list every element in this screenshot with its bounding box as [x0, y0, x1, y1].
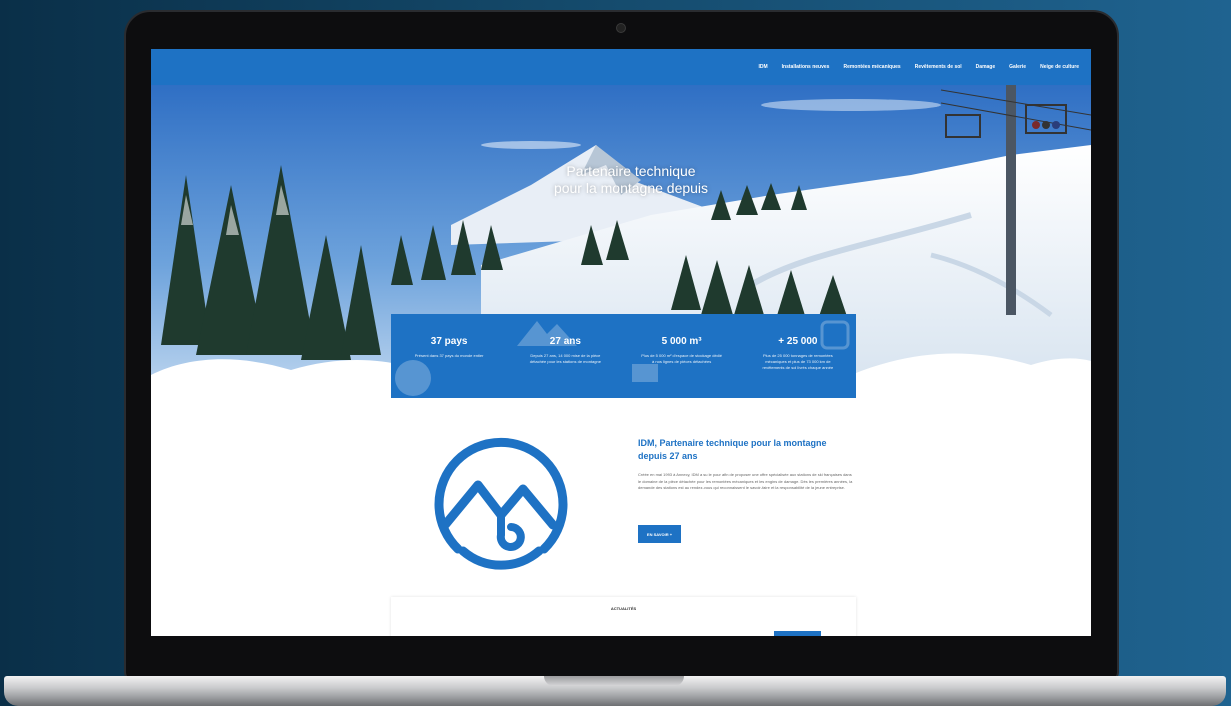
camera-icon: [616, 23, 626, 33]
learn-more-button[interactable]: EN SAVOIR +: [638, 525, 681, 543]
nav-item-idm[interactable]: IDM: [758, 64, 767, 70]
stat-years: 27 ans Depuis 27 ans, 14 000 mise de la …: [507, 314, 623, 398]
website-screen: IDM Installations neuves Remontées mécan…: [151, 49, 1091, 636]
stat-description: Plus de 5 000 m² d'espace de stockage dé…: [641, 353, 723, 364]
top-navbar: IDM Installations neuves Remontées mécan…: [151, 49, 1091, 85]
stat-tonnage: + 25 000 Plus de 25 000 tonnages de remo…: [740, 314, 856, 398]
hero-title-line1: Partenaire technique: [566, 163, 696, 179]
about-text: Créée en mai 1993 à Annecy, IDM a su le …: [638, 472, 853, 490]
mountain-icon: [517, 321, 578, 346]
nav-item-neige[interactable]: Neige de culture: [1040, 64, 1079, 70]
stat-value: 37 pays: [430, 336, 468, 347]
stat-description: Présent dans 37 pays du monde entier: [414, 353, 484, 358]
nav-item-damage[interactable]: Damage: [976, 64, 995, 70]
laptop-base: [4, 676, 1226, 706]
stat-description: Plus de 25 000 tonnages de remontées méc…: [762, 353, 834, 370]
nav-item-revetements[interactable]: Revêtements de sol: [915, 64, 962, 70]
hero-title: Partenaire technique pour la montagne de…: [531, 163, 731, 197]
nav-item-installations[interactable]: Installations neuves: [782, 64, 830, 70]
news-button[interactable]: [774, 631, 821, 636]
stats-band: 37 pays Présent dans 37 pays du monde en…: [391, 314, 856, 398]
stat-description: Depuis 27 ans, 14 000 mise de la pièce d…: [529, 353, 601, 364]
nav-menu: IDM Installations neuves Remontées mécan…: [758, 49, 1079, 85]
hero-title-line2: pour la montagne depuis: [553, 180, 709, 196]
stat-countries: 37 pays Présent dans 37 pays du monde en…: [391, 314, 507, 398]
stat-storage: 5 000 m³ Plus de 5 000 m² d'espace de st…: [624, 314, 740, 398]
chairlift-icon: [820, 320, 850, 350]
news-title: ACTUALITÉS: [610, 606, 637, 611]
news-section: ACTUALITÉS: [391, 597, 856, 636]
globe-icon: [395, 360, 431, 396]
laptop-notch: [544, 676, 684, 686]
idm-logo: [434, 437, 568, 570]
nav-item-remontees[interactable]: Remontées mécaniques: [843, 64, 900, 70]
about-title: IDM, Partenaire technique pour la montag…: [638, 438, 827, 461]
nav-item-galerie[interactable]: Galerie: [1009, 64, 1026, 70]
stat-value: 5 000 m³: [661, 336, 702, 347]
